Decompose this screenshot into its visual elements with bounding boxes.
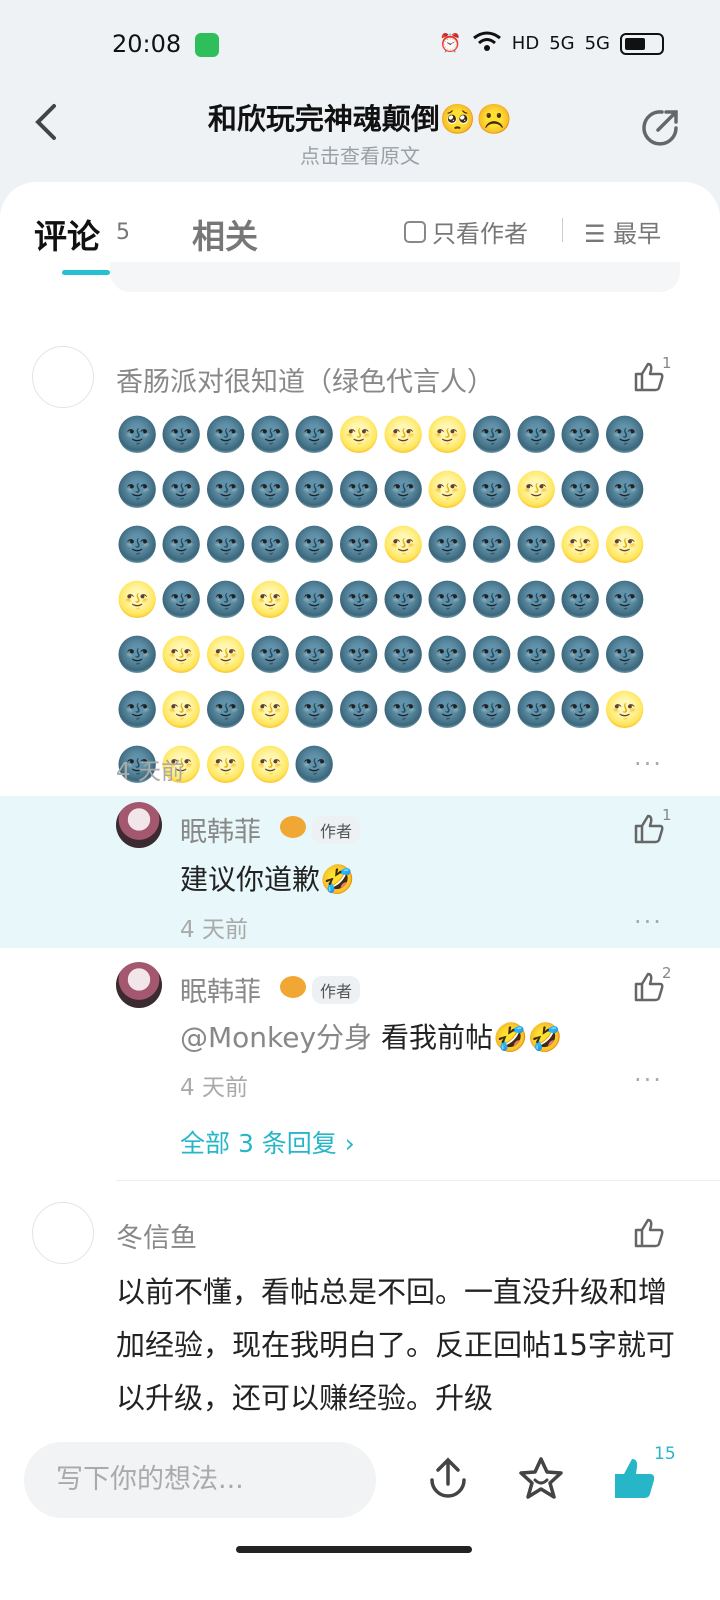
signal-5g-icon: 5G — [549, 33, 575, 54]
reply-time: 4 天前 — [180, 1075, 248, 1101]
comment-input[interactable]: 写下你的想法... — [24, 1442, 376, 1518]
more-options-icon[interactable]: ··· — [634, 750, 663, 778]
like-icon[interactable] — [632, 812, 666, 846]
like-count: 2 — [662, 964, 672, 982]
sort-icon: ☰ — [584, 220, 606, 248]
alarm-icon: ⏰ — [439, 33, 462, 54]
avatar[interactable] — [32, 346, 94, 408]
reply-text: 看我前帖🤣🤣 — [380, 1021, 563, 1054]
header: 和欣玩完神魂颠倒🥺☹️ 点击查看原文 — [0, 92, 720, 182]
more-options-icon[interactable]: ··· — [634, 1066, 663, 1094]
status-time: 20:08 — [112, 30, 182, 58]
reply-time: 4 天前 — [180, 917, 248, 943]
share-button[interactable] — [638, 106, 682, 150]
comment-time: 4 天前 — [116, 759, 184, 785]
like-icon[interactable] — [632, 970, 666, 1004]
mention-link[interactable]: @Monkey分身 — [180, 1021, 372, 1054]
battery-icon — [620, 32, 664, 55]
reply-username[interactable]: 眠韩菲 — [180, 970, 261, 1009]
comments-card: 评论 5 相关 只看作者 ☰ 最早 香肠派对很知道（绿色代言人） 1 🌚🌚🌚🌚🌚… — [0, 182, 720, 1600]
like-icon[interactable] — [632, 360, 666, 394]
bottom-action-bar: 写下你的想法... 15 — [0, 1420, 720, 1600]
collapsed-input-edge — [110, 262, 680, 292]
comment-text: 以前不懂，看帖总是不回。一直没升级和增加经验，现在我明白了。反正回帖15字就可以… — [116, 1275, 675, 1415]
app-notification-icon — [195, 33, 219, 57]
home-indicator[interactable] — [236, 1546, 472, 1553]
comment-emoji-content: 🌚🌚🌚🌚🌚🌝🌝🌝🌚🌚🌚🌚🌚🌚🌚🌚🌚🌚🌚🌝🌚🌝🌚🌚🌚🌚🌚🌚🌚🌚🌝🌚🌚🌚🌝🌝🌝🌚🌚🌝… — [116, 415, 649, 785]
status-bar: 20:08 ⏰ HD 5G 5G — [0, 0, 720, 92]
star-icon[interactable] — [518, 1456, 564, 1500]
share-icon[interactable] — [428, 1456, 468, 1500]
reply-text: 建议你道歉🤣 — [180, 863, 355, 896]
comments-count: 5 — [116, 220, 130, 245]
author-tag: 作者 — [312, 816, 361, 844]
reply-avatar[interactable] — [116, 802, 162, 848]
sort-label: 最早 — [613, 220, 662, 248]
author-tag: 作者 — [312, 976, 361, 1004]
more-options-icon[interactable]: ··· — [634, 908, 663, 936]
hd-icon: HD — [511, 33, 540, 54]
like-count: 1 — [662, 806, 672, 824]
only-author-toggle[interactable]: 只看作者 — [404, 214, 528, 249]
like-icon[interactable] — [632, 1216, 666, 1250]
reply-content: @Monkey分身 看我前帖🤣🤣 — [180, 1016, 563, 1056]
comment-username[interactable]: 冬信鱼 — [116, 1216, 197, 1255]
avatar[interactable] — [32, 1202, 94, 1264]
checkbox-icon — [404, 220, 426, 243]
sort-button[interactable]: ☰ 最早 — [584, 214, 661, 249]
view-original-link[interactable]: 点击查看原文 — [0, 140, 720, 169]
comment-divider — [116, 1180, 720, 1181]
comment-username[interactable]: 香肠派对很知道（绿色代言人） — [116, 360, 494, 399]
thumbs-up-icon[interactable] — [612, 1456, 656, 1500]
wifi-icon — [472, 30, 502, 57]
reply-avatar[interactable] — [116, 962, 162, 1008]
post-like-count: 15 — [654, 1444, 676, 1464]
status-icons: ⏰ HD 5G 5G — [439, 30, 664, 57]
view-all-replies-link[interactable]: 全部 3 条回复 › — [180, 1124, 355, 1160]
reply-username[interactable]: 眠韩菲 — [180, 810, 261, 849]
tab-divider — [562, 218, 563, 242]
share-icon — [642, 110, 678, 146]
only-author-label: 只看作者 — [432, 220, 528, 248]
signal-5g-icon-2: 5G — [584, 33, 610, 54]
highlighted-reply — [0, 796, 720, 948]
like-count: 1 — [662, 354, 672, 372]
tab-indicator — [62, 270, 110, 275]
post-title: 和欣玩完神魂颠倒🥺☹️ — [207, 102, 513, 136]
tab-related[interactable]: 相关 — [192, 210, 258, 258]
level-badge-icon — [280, 976, 306, 998]
tab-comments[interactable]: 评论 — [34, 210, 100, 258]
level-badge-icon — [280, 816, 306, 838]
